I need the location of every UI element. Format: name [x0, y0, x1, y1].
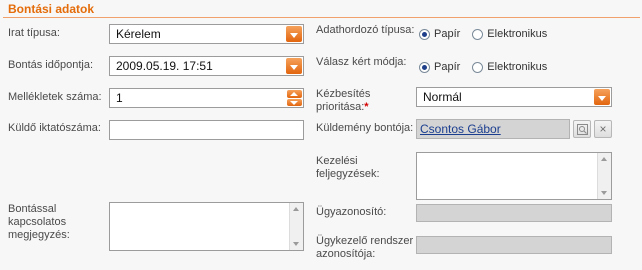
valasz-modja-radio-elektronikus[interactable] — [472, 61, 484, 73]
valasz-modja-option-papir[interactable]: Papír — [434, 61, 460, 73]
megjegyzes-textarea[interactable] — [109, 202, 304, 251]
section-divider — [3, 17, 640, 18]
megjegyzes-label-line1: Bontással — [8, 203, 57, 215]
close-icon[interactable]: × — [594, 120, 612, 138]
adathordozo-radio-elektronikus[interactable] — [472, 28, 484, 40]
valasz-modja-radio-papir[interactable] — [419, 61, 430, 73]
adathordozo-radio-papir[interactable] — [419, 28, 430, 40]
ugykezelo-field — [416, 236, 612, 254]
megjegyzes-label-line2: kapcsolatos — [8, 216, 67, 228]
adathordozo-radio-group: Papír Elektronikus — [419, 28, 555, 40]
irat-tipusa-label: Irat típusa: — [8, 27, 60, 39]
kezbesites-value: Normál — [423, 90, 462, 104]
textarea-scrollbar[interactable] — [597, 153, 611, 199]
ugyazonosito-label: Ügyazonosító: — [316, 206, 387, 218]
scroll-up-icon[interactable] — [293, 207, 299, 211]
scroll-down-icon[interactable] — [601, 191, 607, 195]
adathordozo-option-papir[interactable]: Papír — [434, 28, 460, 40]
kuldemeny-bontoja-field: Csontos Gábor — [416, 119, 570, 139]
adathordozo-option-elektronikus[interactable]: Elektronikus — [487, 28, 547, 40]
spin-down-icon[interactable] — [287, 98, 302, 106]
bontas-idopontja-value: 2009.05.19. 17:51 — [116, 59, 213, 73]
bontasi-adatok-panel: Bontási adatok Irat típusa: Kérelem Bont… — [0, 0, 642, 270]
spin-up-icon[interactable] — [287, 90, 302, 98]
ugykezelo-label-line2: azonosítója: — [316, 248, 376, 260]
chevron-down-icon[interactable] — [594, 89, 610, 105]
irat-tipusa-value: Kérelem — [116, 27, 161, 41]
stepper-buttons — [287, 90, 302, 106]
kuldo-iktatoszama-label: Küldő iktatószáma: — [8, 122, 101, 134]
mellekletek-szama-value[interactable]: 1 — [116, 89, 123, 107]
required-mark: * — [364, 101, 369, 113]
kuldemeny-bontoja-label: Küldemény bontója: — [316, 122, 414, 134]
bontas-idopontja-picker[interactable]: 2009.05.19. 17:51 — [109, 56, 304, 76]
kezelesi-label-line1: Kezelési — [316, 155, 358, 167]
magnifier-glyph — [576, 123, 588, 135]
kezbesites-select[interactable]: Normál — [416, 87, 612, 107]
valasz-modja-label: Válasz kért módja: — [316, 56, 407, 68]
kezelesi-label-line2: feljegyzések: — [316, 168, 380, 180]
megjegyzes-label-line3: megjegyzés: — [8, 229, 70, 241]
valasz-modja-option-elektronikus[interactable]: Elektronikus — [487, 61, 547, 73]
magnifier-icon[interactable] — [573, 120, 591, 138]
ugykezelo-label: Ügykezelő rendszer azonosítója: — [316, 235, 413, 261]
kezbesites-label-line2: prioritása: — [316, 101, 365, 113]
mellekletek-szama-stepper[interactable]: 1 — [109, 88, 304, 108]
kuldo-iktatoszama-input[interactable] — [109, 120, 304, 140]
textarea-scrollbar[interactable] — [289, 203, 303, 250]
adathordozo-label: Adathordozó típusa: — [316, 24, 415, 36]
section-title: Bontási adatok — [8, 2, 95, 16]
irat-tipusa-select[interactable]: Kérelem — [109, 24, 304, 44]
kuldemeny-bontoja-link[interactable]: Csontos Gábor — [420, 120, 501, 138]
valasz-modja-radio-group: Papír Elektronikus — [419, 61, 555, 73]
mellekletek-szama-label: Mellékletek száma: — [8, 91, 102, 103]
megjegyzes-label: Bontással kapcsolatos megjegyzés: — [8, 203, 70, 242]
chevron-down-icon[interactable] — [286, 58, 302, 74]
kezelesi-textarea[interactable] — [416, 152, 612, 200]
bontas-idopontja-label: Bontás időpontja: — [8, 59, 94, 71]
chevron-down-icon[interactable] — [286, 26, 302, 42]
ugyazonosito-field — [416, 204, 612, 222]
kezbesites-label-line1: Kézbesítés — [316, 88, 371, 100]
ugykezelo-label-line1: Ügykezelő rendszer — [316, 235, 414, 247]
scroll-down-icon[interactable] — [293, 242, 299, 246]
kezelesi-label: Kezelési feljegyzések: — [316, 155, 380, 181]
scroll-up-icon[interactable] — [601, 157, 607, 161]
kezbesites-label: Kézbesítés prioritása:* — [316, 88, 370, 114]
